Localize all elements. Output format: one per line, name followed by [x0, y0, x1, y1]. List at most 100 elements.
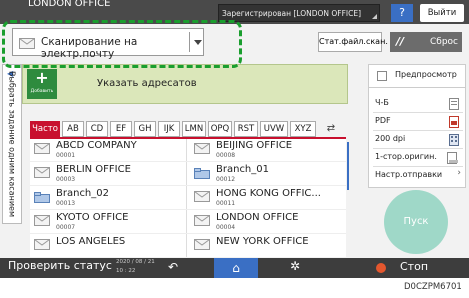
switch-view-icon[interactable]: ⇄: [320, 121, 342, 137]
file-type-option[interactable]: PDF: [373, 113, 463, 131]
file-type-label: PDF: [375, 116, 391, 125]
home-button[interactable]: ⌂: [214, 258, 258, 278]
row-divider: [30, 185, 346, 186]
plus-icon: +: [35, 68, 49, 87]
destination-item[interactable]: ABCD COMPANY 00001: [30, 139, 186, 161]
figure-code: D0CZPM6701: [404, 282, 462, 292]
stop-icon: [376, 263, 386, 273]
destination-name: BERLIN OFFICE: [56, 164, 131, 175]
settings-icon[interactable]: ✲: [290, 259, 300, 273]
envelope-icon: [19, 38, 35, 49]
column-divider: [186, 139, 187, 257]
login-status: Зарегистрирован [LONDON OFFICE]: [218, 4, 380, 22]
destination-number: 00013: [56, 200, 76, 207]
destination-number: 00012: [216, 176, 236, 183]
destination-number: 00004: [216, 224, 236, 231]
scan-mode-value: Сканирование на электр.почту: [41, 36, 138, 60]
destination-name: NEW YORK OFFICE: [216, 236, 309, 247]
start-button[interactable]: Пуск: [384, 190, 448, 254]
row-divider: [30, 161, 346, 162]
tab-ef[interactable]: EF: [110, 121, 132, 137]
resolution-option[interactable]: 200 dpi: [373, 131, 463, 149]
reset-button[interactable]: // Сброс: [390, 32, 462, 52]
preview-checkbox[interactable]: [377, 71, 387, 81]
original-sides-option[interactable]: 1-стор.оригин.: [373, 149, 463, 167]
destination-number: 00001: [56, 152, 76, 159]
tab-xyz[interactable]: XYZ: [290, 121, 316, 137]
tab-rst[interactable]: RST: [234, 121, 258, 137]
one-touch-job-label: Выбрать задание одним касанием: [7, 71, 17, 217]
tab-gh[interactable]: GH: [134, 121, 156, 137]
tab-ab[interactable]: AB: [62, 121, 84, 137]
help-button[interactable]: ?: [391, 4, 413, 22]
destination-name: Branch_02: [56, 188, 109, 199]
send-settings-label: Настр.отправки: [375, 170, 443, 179]
envelope-icon: [34, 239, 50, 250]
send-settings-option[interactable]: Настр.отправки ›: [373, 167, 463, 185]
destination-name: BEIJING OFFICE: [216, 140, 293, 151]
back-icon[interactable]: ↶: [168, 260, 178, 274]
chevron-down-icon[interactable]: [194, 40, 202, 45]
date-time: 2020 / 08 / 21 10 : 22: [116, 258, 155, 276]
tab-opq[interactable]: OPQ: [208, 121, 232, 137]
logout-button[interactable]: Выйти: [420, 4, 464, 22]
destination-item[interactable]: LONDON OFFICE 00004: [190, 211, 346, 233]
add-button-label: Добавить: [30, 89, 54, 94]
destination-item[interactable]: BERLIN OFFICE 00003: [30, 163, 186, 185]
list-scrollbar[interactable]: [347, 142, 349, 190]
bw-doc-icon: [449, 98, 459, 110]
stop-button[interactable]: Стоп: [400, 260, 428, 273]
resolution-icon: [449, 134, 459, 146]
specify-destination-label: Указать адресатов: [97, 78, 197, 89]
tab-uvw[interactable]: UVW: [260, 121, 288, 137]
top-bar: LONDON OFFICE Зарегистрирован [LONDON OF…: [0, 0, 469, 24]
preview-toggle[interactable]: Предпросмотр: [369, 65, 465, 88]
tab-lmn[interactable]: LMN: [182, 121, 206, 137]
envelope-icon: [194, 215, 210, 226]
destination-number: 00011: [216, 200, 236, 207]
bottom-bar: Проверить статус 2020 / 08 / 21 10 : 22 …: [0, 258, 469, 278]
destination-item[interactable]: Branch_01 00012: [190, 163, 346, 185]
tab-ijk[interactable]: IJK: [158, 121, 180, 137]
pdf-icon: [449, 116, 459, 128]
destination-name: LOS ANGELES: [56, 236, 126, 247]
tab-frequent[interactable]: Часто: [30, 121, 60, 137]
destination-name: KYOTO OFFICE: [56, 212, 129, 223]
scanner-screen: LONDON OFFICE Зарегистрирован [LONDON OF…: [0, 0, 469, 278]
destination-number: 00003: [56, 176, 76, 183]
reset-slash-icon: //: [396, 35, 405, 48]
login-status-text: Зарегистрирован [LONDON OFFICE]: [222, 9, 362, 18]
date-text: 2020 / 08 / 21: [116, 259, 155, 265]
scan-mode-select[interactable]: Сканирование на электр.почту: [12, 28, 204, 60]
folder-icon: [34, 192, 50, 203]
row-divider: [30, 209, 346, 210]
office-title: LONDON OFFICE: [28, 0, 111, 9]
destination-name: Branch_01: [216, 164, 269, 175]
envelope-icon: [34, 215, 50, 226]
one-touch-job-tab[interactable]: ◀ Выбрать задание одним касанием: [2, 64, 22, 224]
destination-number: 00008: [216, 152, 236, 159]
destination-item[interactable]: KYOTO OFFICE 00007: [30, 211, 186, 233]
destination-item[interactable]: BEIJING OFFICE 00008: [190, 139, 346, 161]
color-mode-label: Ч-Б: [375, 98, 389, 107]
envelope-icon: [194, 191, 210, 202]
time-text: 10 : 22: [116, 268, 136, 274]
stored-files-button[interactable]: Стат.файл.скан.: [318, 32, 388, 52]
check-status-button[interactable]: Проверить статус: [8, 259, 112, 272]
envelope-icon: [194, 143, 210, 154]
destination-item[interactable]: Branch_02 00013: [30, 187, 186, 209]
destination-item[interactable]: LOS ANGELES: [30, 235, 186, 257]
envelope-icon: [34, 167, 50, 178]
row-divider: [30, 233, 346, 234]
resolution-label: 200 dpi: [375, 134, 406, 143]
destination-number: 00007: [56, 224, 76, 231]
select-divider: [189, 32, 190, 52]
add-button[interactable]: + Добавить: [27, 68, 57, 99]
destination-item[interactable]: NEW YORK OFFICE: [190, 235, 346, 257]
destination-name: LONDON OFFICE: [216, 212, 299, 223]
destination-item[interactable]: HONG KONG OFFIC... 00011: [190, 187, 346, 209]
destination-list: ABCD COMPANY 00001 BEIJING OFFICE 00008 …: [30, 139, 346, 257]
color-mode-option[interactable]: Ч-Б: [373, 95, 463, 113]
tab-cd[interactable]: CD: [86, 121, 108, 137]
envelope-icon: [194, 239, 210, 250]
